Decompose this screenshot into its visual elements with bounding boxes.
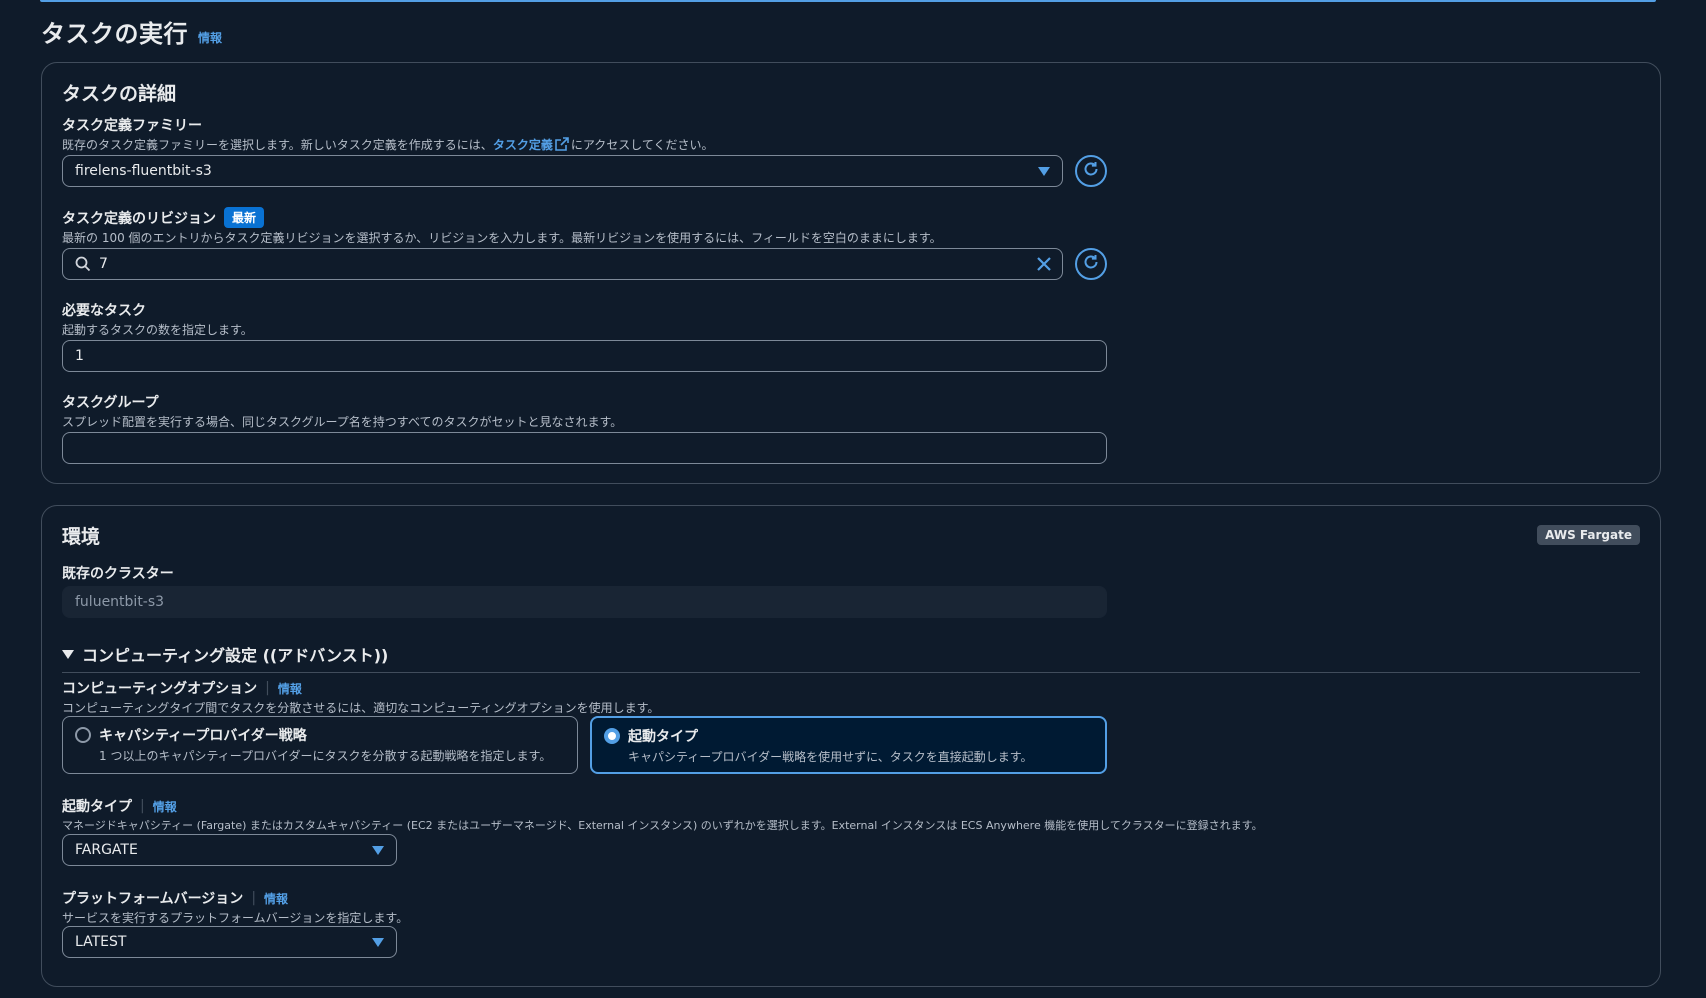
family-description: 既存のタスク定義ファミリーを選択します。新しいタスク定義を作成するには、タスク定…: [62, 137, 714, 154]
launch-type-select[interactable]: FARGATE: [62, 834, 397, 866]
capacity-provider-desc: 1 つ以上のキャパシティープロバイダーにタスクを分散する起動戦略を指定します。: [99, 749, 552, 763]
top-progress-bar: [40, 0, 1656, 2]
launch-type-label: 起動タイプ: [62, 799, 132, 815]
launch-type-option-desc: キャパシティープロバイダー戦略を使用せずに、タスクを直接起動します。: [628, 750, 1033, 764]
compute-option-description: コンピューティングタイプ間でタスクを分散させるには、適切なコンピューティングオプ…: [62, 701, 660, 715]
environment-panel: 環境 AWS Fargate 既存のクラスター fuluentbit-s3 コン…: [41, 505, 1661, 987]
revision-label: タスク定義のリビジョン: [62, 210, 216, 227]
compute-option-label-row: コンピューティングオプション | 情報: [62, 678, 659, 698]
caret-down-icon: [372, 846, 384, 855]
page-info-link[interactable]: 情報: [198, 29, 222, 46]
task-group-input[interactable]: [62, 432, 1107, 464]
compute-option-label: コンピューティングオプション: [62, 681, 258, 697]
revision-field-header: タスク定義のリビジョン 最新 最新の 100 個のエントリからタスク定義リビジョ…: [62, 207, 942, 246]
launch-type-info-link[interactable]: 情報: [153, 798, 177, 815]
page-title: タスクの実行: [41, 20, 188, 48]
refresh-icon: [1082, 160, 1100, 182]
compute-option-header: コンピューティングオプション | 情報 コンピューティングタイプ間でタスクを分散…: [62, 678, 659, 716]
platform-version-label-row: プラットフォームバージョン | 情報: [62, 888, 408, 908]
task-details-panel: タスクの詳細 タスク定義ファミリー 既存のタスク定義ファミリーを選択します。新し…: [41, 62, 1661, 484]
tasks-description: 起動するタスクの数を指定します。: [62, 323, 253, 337]
compute-option-info-link[interactable]: 情報: [278, 680, 302, 697]
cluster-value: fuluentbit-s3: [75, 594, 165, 610]
capacity-provider-radio[interactable]: [75, 727, 91, 743]
launch-type-value: FARGATE: [75, 842, 138, 858]
platform-version-description: サービスを実行するプラットフォームバージョンを指定します。: [62, 911, 409, 925]
desired-tasks-input[interactable]: 1: [62, 340, 1107, 372]
platform-version-value: LATEST: [75, 934, 127, 950]
family-refresh-button[interactable]: [1075, 155, 1107, 187]
external-link-icon: [555, 137, 569, 154]
family-select-value: firelens-fluentbit-s3: [75, 163, 212, 179]
revision-description: 最新の 100 個のエントリからタスク定義リビジョンを選択するか、リビジョンを入…: [62, 231, 942, 245]
environment-title: 環境: [62, 526, 101, 548]
group-label: タスクグループ: [62, 395, 159, 411]
platform-version-select[interactable]: LATEST: [62, 926, 397, 958]
separator: |: [140, 798, 145, 814]
launch-type-option-title: 起動タイプ: [628, 729, 698, 745]
caret-down-icon: [1038, 167, 1050, 176]
search-icon: [75, 256, 91, 272]
capacity-provider-option[interactable]: キャパシティープロバイダー戦略 1 つ以上のキャパシティープロバイダーにタスクを…: [62, 716, 578, 774]
revision-search-input[interactable]: 7: [62, 248, 1063, 280]
refresh-icon: [1082, 253, 1100, 275]
desired-tasks-value: 1: [75, 348, 84, 364]
cluster-label: 既存のクラスター: [62, 566, 174, 582]
tasks-field-header: 必要なタスク 起動するタスクの数を指定します。: [62, 300, 253, 338]
separator: |: [265, 680, 270, 696]
launch-type-radio[interactable]: [604, 728, 620, 744]
page-header: タスクの実行 情報: [41, 14, 222, 49]
latest-badge: 最新: [224, 207, 265, 228]
platform-version-info-link[interactable]: 情報: [264, 890, 288, 907]
launch-type-description: マネージドキャパシティー (Fargate) またはカスタムキャパシティー (E…: [62, 819, 1263, 832]
aws-fargate-badge: AWS Fargate: [1537, 525, 1640, 545]
separator: |: [251, 890, 257, 906]
family-label: タスク定義ファミリー: [62, 118, 202, 134]
cluster-field: fuluentbit-s3: [62, 586, 1107, 618]
platform-version-header: プラットフォームバージョン | 情報 サービスを実行するプラットフォームバージョ…: [62, 888, 408, 926]
revision-input-value: 7: [99, 256, 108, 272]
family-field-header: タスク定義ファミリー 既存のタスク定義ファミリーを選択します。新しいタスク定義を…: [62, 115, 714, 154]
capacity-provider-title: キャパシティープロバイダー戦略: [99, 728, 307, 744]
launch-type-label-row: 起動タイプ | 情報: [62, 796, 1263, 816]
clear-icon[interactable]: [1036, 256, 1052, 272]
task-details-title: タスクの詳細: [62, 83, 177, 105]
family-select[interactable]: firelens-fluentbit-s3: [62, 155, 1063, 187]
expand-triangle-icon: [62, 649, 74, 659]
platform-version-label: プラットフォームバージョン: [62, 891, 244, 907]
compute-config-title: コンピューティング設定 ((アドバンスト)): [82, 646, 389, 665]
group-description: スプレッド配置を実行する場合、同じタスクグループ名を持つすべてのタスクがセットと…: [62, 415, 623, 429]
revision-label-row: タスク定義のリビジョン 最新: [62, 207, 942, 228]
task-definition-link[interactable]: タスク定義: [493, 138, 553, 152]
launch-type-header: 起動タイプ | 情報 マネージドキャパシティー (Fargate) またはカスタ…: [62, 796, 1263, 833]
compute-config-expander[interactable]: コンピューティング設定 ((アドバンスト)): [62, 642, 1640, 673]
revision-refresh-button[interactable]: [1075, 248, 1107, 280]
caret-down-icon: [372, 938, 384, 947]
launch-type-option[interactable]: 起動タイプ キャパシティープロバイダー戦略を使用せずに、タスクを直接起動します。: [590, 716, 1107, 774]
group-field-header: タスクグループ スプレッド配置を実行する場合、同じタスクグループ名を持つすべての…: [62, 392, 622, 430]
tasks-label: 必要なタスク: [62, 303, 146, 319]
